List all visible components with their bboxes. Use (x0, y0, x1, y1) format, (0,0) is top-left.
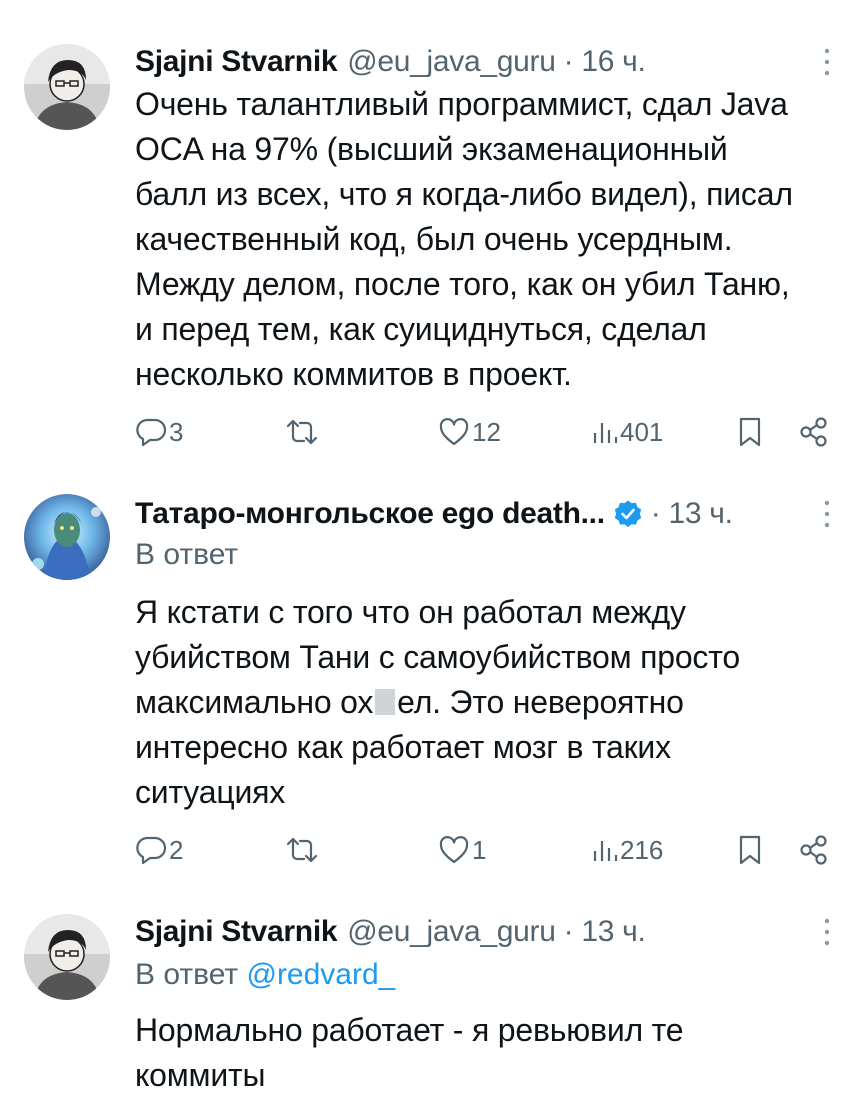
timestamp[interactable]: 13 ч. (581, 915, 645, 949)
text-fragment: максимально ох (135, 684, 374, 720)
bookmark-button[interactable] (737, 830, 763, 870)
reply-label: В ответ (135, 958, 239, 991)
text-line: Между делом, после того, как он убил Тан… (135, 266, 790, 302)
text-line: ситуациях (135, 774, 286, 810)
text-line: Очень талантливый программист, сдал Java (135, 86, 788, 122)
reply-icon (136, 418, 167, 447)
share-icon (800, 417, 827, 447)
like-button[interactable]: 12 (438, 412, 501, 452)
text-line: коммиты (135, 1057, 266, 1093)
like-count: 12 (472, 416, 501, 447)
timestamp[interactable]: 13 ч. (668, 497, 732, 531)
views-button[interactable]: 401 (590, 412, 663, 452)
bookmark-button[interactable] (737, 412, 763, 452)
repost-icon (286, 837, 318, 863)
reply-context: В ответ (135, 538, 238, 572)
tweet-3[interactable]: Sjajni Stvarnik @eu_java_guru · 13 ч. В … (0, 890, 860, 1117)
author-handle[interactable]: @eu_java_guru (347, 915, 556, 949)
text-line: качественный код, был очень усердным. (135, 221, 733, 257)
repost-icon (286, 419, 318, 445)
views-count: 216 (620, 834, 664, 865)
reply-icon (136, 836, 167, 865)
censor-block (375, 689, 396, 715)
text-fragment: ел. Это невероятно (397, 684, 684, 720)
tweet-text: Я кстати с того что он работал между уби… (135, 590, 835, 815)
separator-dot: · (563, 915, 574, 948)
tweet-header: Sjajni Stvarnik @eu_java_guru · 13 ч. (135, 910, 820, 954)
tweet-text: Нормально работает - я ревьювил те комми… (135, 1008, 835, 1098)
more-icon[interactable] (822, 916, 832, 948)
text-line: интересно как работает мозг в таких (135, 729, 671, 765)
reply-button[interactable]: 3 (135, 412, 183, 452)
text-line: максимально ох ел. Это невероятно (135, 680, 835, 725)
author-avatar[interactable] (24, 914, 110, 1000)
share-icon (800, 835, 827, 865)
separator-dot: · (563, 45, 574, 78)
tweet-1[interactable]: Sjajni Stvarnik @eu_java_guru · 16 ч. Оч… (0, 0, 860, 470)
bookmark-icon (739, 835, 761, 865)
avatar-image (24, 494, 110, 580)
text-line: несколько коммитов в проект. (135, 356, 572, 392)
author-avatar[interactable] (24, 44, 110, 130)
text-line: OCA на 97% (высший экзаменационный (135, 131, 728, 167)
text-line: Я кстати с того что он работал между (135, 594, 686, 630)
avatar-image (24, 44, 110, 130)
bookmark-icon (739, 417, 761, 447)
repost-button[interactable] (285, 830, 319, 870)
tweet-header: Татаро-монгольское ego death... · 13 ч. (135, 492, 820, 536)
more-icon[interactable] (822, 498, 832, 530)
author-handle[interactable]: @eu_java_guru (347, 45, 556, 79)
text-line: и перед тем, как суициднуться, сделал (135, 311, 707, 347)
text-line: балл из всех, что я когда-либо видел), п… (135, 176, 793, 212)
tweet-text: Очень талантливый программист, сдал Java… (135, 82, 835, 397)
timestamp[interactable]: 16 ч. (581, 45, 645, 79)
text-line: Нормально работает - я ревьювил те (135, 1012, 684, 1048)
author-name[interactable]: Sjajni Stvarnik (135, 915, 338, 949)
heart-icon (439, 836, 469, 864)
reply-count: 3 (169, 416, 184, 447)
reply-count: 2 (169, 834, 184, 865)
share-button[interactable] (799, 830, 829, 870)
share-button[interactable] (799, 412, 829, 452)
views-icon (593, 841, 618, 861)
reply-label: В ответ (135, 538, 239, 571)
author-name[interactable]: Sjajni Stvarnik (135, 45, 338, 79)
more-icon[interactable] (822, 46, 832, 78)
like-button[interactable]: 1 (438, 830, 486, 870)
text-line: убийством Тани с самоубийством просто (135, 639, 740, 675)
verified-badge-icon (613, 499, 643, 529)
author-name[interactable]: Татаро-монгольское ego death... (135, 497, 605, 531)
heart-icon (439, 418, 469, 446)
separator-dot: · (650, 497, 661, 530)
reply-mention-link[interactable]: @redvard_ (246, 958, 395, 991)
avatar-image (24, 914, 110, 1000)
reply-context: В ответ @redvard_ (135, 958, 395, 992)
views-icon (593, 423, 618, 443)
reply-button[interactable]: 2 (135, 830, 183, 870)
views-count: 401 (620, 416, 664, 447)
author-avatar[interactable] (24, 494, 110, 580)
tweet-actions: 2 1 216 (135, 830, 835, 870)
tweet-header: Sjajni Stvarnik @eu_java_guru · 16 ч. (135, 40, 820, 84)
tweet-2[interactable]: Татаро-монгольское ego death... · 13 ч. … (0, 470, 860, 890)
views-button[interactable]: 216 (590, 830, 663, 870)
repost-button[interactable] (285, 412, 319, 452)
like-count: 1 (472, 834, 487, 865)
tweet-actions: 3 12 401 (135, 412, 835, 452)
